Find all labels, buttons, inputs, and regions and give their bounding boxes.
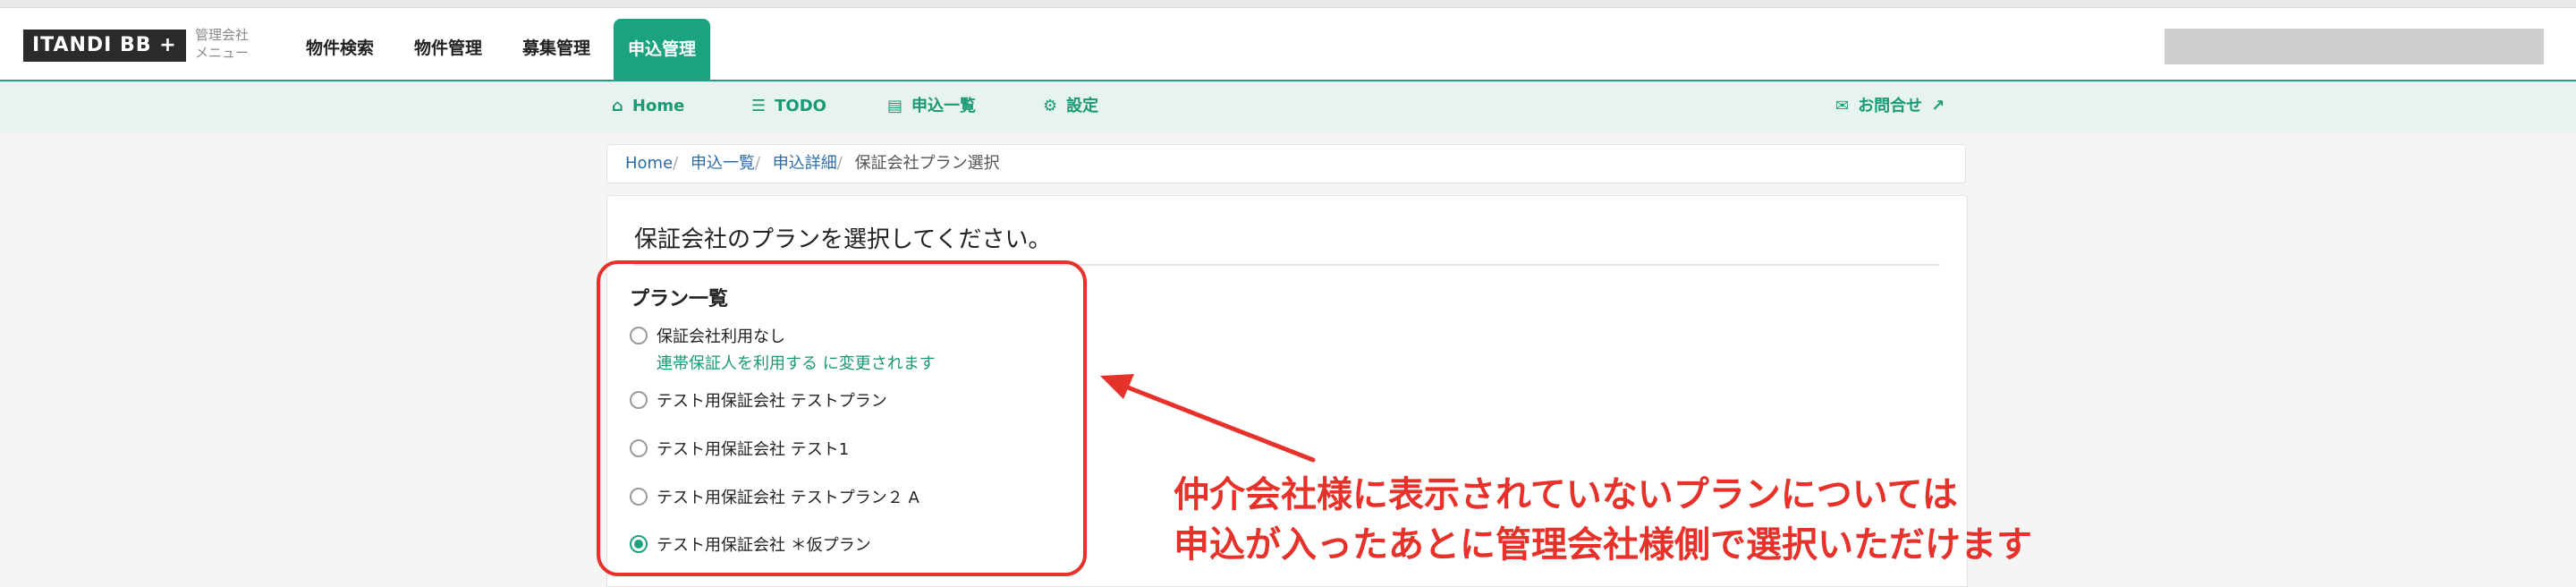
subnav-todo-label: TODO bbox=[775, 97, 826, 115]
document-icon: ▤ bbox=[887, 97, 903, 115]
subnav-list-label: 申込一覧 bbox=[911, 97, 977, 115]
radio-button[interactable] bbox=[630, 327, 648, 345]
plan-option-test-plan-2a[interactable]: テスト用保証会社 テストプラン２ A bbox=[630, 485, 919, 512]
itandi-logo[interactable]: ITANDI BB + bbox=[23, 30, 186, 62]
plan-option-test-1[interactable]: テスト用保証会社 テスト1 bbox=[630, 437, 849, 464]
sub-navigation: ⌂ Home ☰ TODO ▤ 申込一覧 ⚙ 設定 ✉ お問合せ ↗ bbox=[0, 81, 2576, 132]
envelope-icon: ✉ bbox=[1835, 97, 1850, 115]
breadcrumb-application-detail[interactable]: 申込詳細 bbox=[773, 154, 837, 173]
plan-option-label: テスト用保証会社 ＊仮プラン bbox=[657, 536, 871, 555]
subnav-settings[interactable]: ⚙ 設定 bbox=[1043, 81, 1098, 132]
radio-button[interactable] bbox=[630, 391, 648, 409]
external-link-icon: ↗ bbox=[1931, 97, 1945, 115]
plan-note: 連帯保証人を利用する に変更されます bbox=[657, 354, 936, 373]
window-top-strip bbox=[0, 0, 2576, 8]
plan-option-label: テスト用保証会社 テストプラン２ A bbox=[657, 489, 919, 507]
radio-button[interactable] bbox=[630, 439, 648, 457]
admin-menu-label-top: 管理会社 bbox=[195, 27, 250, 43]
subnav-todo[interactable]: ☰ TODO bbox=[751, 81, 826, 132]
admin-menu-label[interactable]: 管理会社 メニュー bbox=[195, 26, 249, 62]
list-icon: ☰ bbox=[751, 97, 767, 115]
radio-button-checked[interactable] bbox=[630, 535, 648, 553]
plan-list-heading: プラン一覧 bbox=[630, 288, 729, 311]
plan-option-label: 保証会社利用なし bbox=[657, 328, 785, 346]
home-icon: ⌂ bbox=[612, 97, 623, 115]
breadcrumb: Home/ 申込一覧/ 申込詳細/ 保証会社プラン選択 bbox=[606, 144, 1966, 183]
breadcrumb-home[interactable]: Home bbox=[625, 154, 673, 173]
plan-option-label: テスト用保証会社 テストプラン bbox=[657, 392, 887, 411]
subnav-application-list[interactable]: ▤ 申込一覧 bbox=[887, 81, 976, 132]
subnav-contact[interactable]: ✉ お問合せ ↗ bbox=[1835, 81, 1945, 132]
plan-option-test-plan[interactable]: テスト用保証会社 テストプラン bbox=[630, 388, 887, 415]
annotation-arrow-icon bbox=[1100, 374, 1316, 463]
top-header: ITANDI BB + 管理会社 メニュー 物件検索 物件管理 募集管理 申込管… bbox=[0, 8, 2576, 81]
annotation-text-line-2: 申込が入ったあとに管理会社様側で選択いただけます bbox=[1174, 524, 2032, 566]
breadcrumb-separator: / bbox=[754, 154, 761, 173]
breadcrumb-current: 保証会社プラン選択 bbox=[854, 154, 1000, 173]
gear-icon: ⚙ bbox=[1043, 97, 1058, 115]
subnav-home[interactable]: ⌂ Home bbox=[612, 81, 684, 132]
plan-option-label: テスト用保証会社 テスト1 bbox=[657, 440, 850, 459]
subnav-home-label: Home bbox=[631, 97, 685, 115]
subnav-settings-label: 設定 bbox=[1066, 97, 1099, 115]
admin-menu-label-bottom: メニュー bbox=[195, 45, 250, 61]
nav-property-management[interactable]: 物件管理 bbox=[400, 8, 496, 80]
breadcrumb-separator: / bbox=[673, 154, 679, 173]
header-search-box[interactable] bbox=[2165, 29, 2544, 64]
subnav-contact-label: お問合せ bbox=[1858, 97, 1923, 115]
nav-property-search[interactable]: 物件検索 bbox=[292, 8, 388, 80]
annotation-text-line-1: 仲介会社様に表示されていないプランについては bbox=[1174, 474, 1958, 515]
plan-option-no-guarantor[interactable]: 保証会社利用なし bbox=[630, 324, 785, 351]
breadcrumb-separator: / bbox=[836, 154, 843, 173]
nav-recruitment-management[interactable]: 募集管理 bbox=[508, 8, 605, 80]
breadcrumb-application-list[interactable]: 申込一覧 bbox=[691, 154, 755, 173]
radio-button[interactable] bbox=[630, 488, 648, 506]
plan-option-temporary-plan[interactable]: テスト用保証会社 ＊仮プラン bbox=[630, 532, 871, 559]
page-title: 保証会社のプランを選択してください。 bbox=[634, 226, 1052, 253]
nav-application-management[interactable]: 申込管理 bbox=[614, 19, 711, 80]
